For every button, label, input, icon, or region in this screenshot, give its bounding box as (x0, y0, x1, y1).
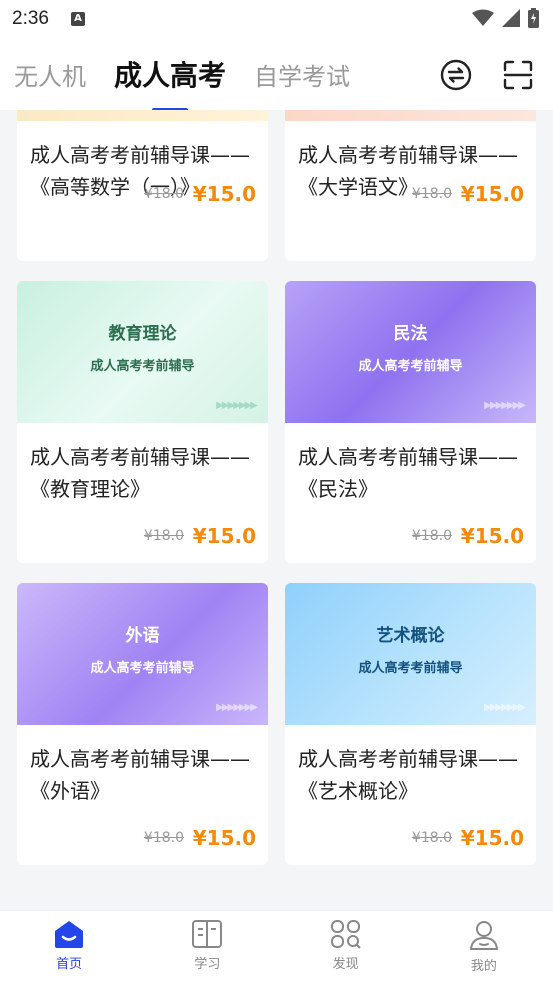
nav-item-profile[interactable]: 我的 (415, 911, 553, 984)
course-card[interactable]: 民法 成人高考考前辅导 ▶▶▶▶▶▶▶ 成人高考考前辅导课——《民法》 ¥18.… (285, 281, 536, 563)
sale-price: ¥15.0 (460, 182, 524, 206)
wifi-icon (472, 9, 494, 26)
nav-label: 学习 (194, 957, 221, 972)
nav-item-discover[interactable]: 发现 (277, 911, 415, 984)
banner-arrows-decoration: ▶▶▶▶▶▶▶ (484, 702, 526, 713)
course-banner (285, 110, 536, 121)
tab-drone[interactable]: 无人机 (14, 57, 86, 92)
tab-adult-college-exam[interactable]: 成人高考 (114, 54, 227, 112)
nav-label: 我的 (470, 959, 497, 974)
tab-self-study-exam[interactable]: 自学考试 (254, 57, 350, 92)
course-title: 成人高考考前辅导课——《艺术概论》 (298, 747, 518, 803)
status-bar: 2:36 A (0, 0, 553, 38)
banner-title: 教育理论 (108, 324, 177, 344)
book-icon (192, 920, 223, 948)
course-banner: 教育理论 成人高考考前辅导 ▶▶▶▶▶▶▶ (17, 281, 268, 423)
scan-icon[interactable] (501, 58, 535, 92)
banner-arrows-decoration: ▶▶▶▶▶▶▶ (216, 702, 258, 713)
banner-arrows-decoration: ▶▶▶▶▶▶▶ (484, 400, 526, 411)
header-actions (439, 58, 535, 92)
course-banner (17, 110, 268, 121)
course-title: 成人高考考前辅导课——《教育理论》 (30, 445, 250, 501)
course-banner: 外语 成人高考考前辅导 ▶▶▶▶▶▶▶ (17, 583, 268, 725)
battery-icon (528, 8, 539, 28)
nav-label: 发现 (332, 957, 359, 972)
banner-arrows-decoration: ▶▶▶▶▶▶▶ (216, 400, 258, 411)
course-list[interactable]: 成人高考考前辅导课——《高等数学（一）》 ¥18.0 ¥15.0 成人高考考前辅… (0, 110, 553, 910)
status-icons (472, 8, 539, 28)
status-time: 2:36 (12, 8, 49, 29)
original-price: ¥18.0 (411, 528, 452, 544)
course-card[interactable]: 成人高考考前辅导课——《大学语文》 ¥18.0 ¥15.0 (285, 110, 536, 261)
banner-subtitle: 成人高考考前辅导 (358, 661, 463, 676)
banner-title: 民法 (393, 324, 428, 344)
nav-item-study[interactable]: 学习 (138, 911, 276, 984)
banner-subtitle: 成人高考考前辅导 (358, 359, 463, 374)
sale-price: ¥15.0 (460, 826, 524, 850)
home-icon (55, 921, 84, 948)
discover-icon (330, 920, 361, 949)
course-card[interactable]: 教育理论 成人高考考前辅导 ▶▶▶▶▶▶▶ 成人高考考前辅导课——《教育理论》 … (17, 281, 268, 563)
nav-item-home[interactable]: 首页 (0, 911, 138, 984)
original-price: ¥18.0 (143, 186, 184, 202)
course-banner: 民法 成人高考考前辅导 ▶▶▶▶▶▶▶ (285, 281, 536, 423)
banner-subtitle: 成人高考考前辅导 (90, 359, 195, 374)
original-price: ¥18.0 (143, 528, 184, 544)
course-title: 成人高考考前辅导课——《外语》 (30, 747, 250, 803)
sale-price: ¥15.0 (460, 524, 524, 548)
sale-price: ¥15.0 (192, 182, 256, 206)
bottom-nav: 首页 学习 发现 我的 (0, 910, 553, 984)
banner-title: 艺术概论 (376, 626, 445, 646)
switch-icon[interactable] (439, 58, 473, 92)
original-price: ¥18.0 (411, 830, 452, 846)
app-screen: 2:36 A 无人机 成人高考 自学考试 成人高考考前辅导课——《高等数学（一）… (0, 0, 553, 984)
course-card[interactable]: 艺术概论 成人高考考前辅导 ▶▶▶▶▶▶▶ 成人高考考前辅导课——《艺术概论》 … (285, 583, 536, 865)
sale-price: ¥15.0 (192, 524, 256, 548)
top-tab-bar: 无人机 成人高考 自学考试 (0, 38, 553, 112)
banner-title: 外语 (125, 626, 160, 646)
original-price: ¥18.0 (411, 186, 452, 202)
course-card[interactable]: 成人高考考前辅导课——《高等数学（一）》 ¥18.0 ¥15.0 (17, 110, 268, 261)
original-price: ¥18.0 (143, 830, 184, 846)
course-banner: 艺术概论 成人高考考前辅导 ▶▶▶▶▶▶▶ (285, 583, 536, 725)
course-title: 成人高考考前辅导课——《民法》 (298, 445, 518, 501)
tab-label: 成人高考 (114, 59, 227, 92)
sale-price: ¥15.0 (192, 826, 256, 850)
nav-label: 首页 (56, 957, 83, 972)
banner-subtitle: 成人高考考前辅导 (90, 661, 195, 676)
signal-icon (502, 9, 520, 27)
course-card[interactable]: 外语 成人高考考前辅导 ▶▶▶▶▶▶▶ 成人高考考前辅导课——《外语》 ¥18.… (17, 583, 268, 865)
notification-icon: A (70, 12, 85, 26)
profile-icon (469, 921, 498, 950)
